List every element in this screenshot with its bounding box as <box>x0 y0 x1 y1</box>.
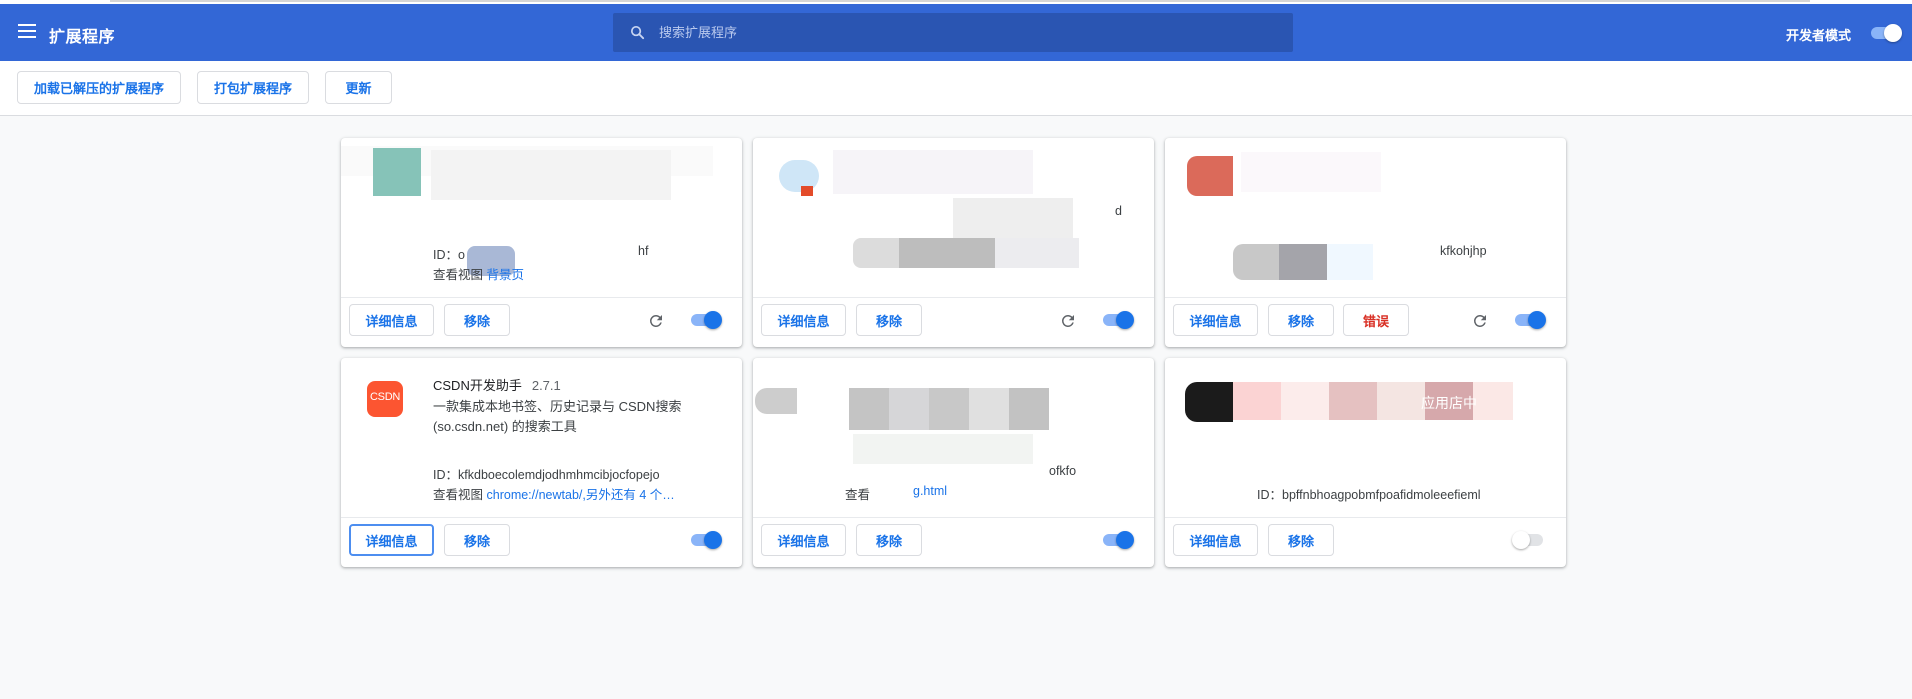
pack-extension-button[interactable]: 打包扩展程序 <box>197 71 309 104</box>
enable-toggle[interactable] <box>1100 310 1134 330</box>
redacted-id <box>1279 244 1327 280</box>
extension-description: 一款集成本地书签、历史记录与 CSDN搜索(so.csdn.net) 的搜索工具 <box>433 399 682 434</box>
redacted-icon <box>1187 156 1233 196</box>
enable-toggle[interactable] <box>688 530 722 550</box>
inspect-view-link[interactable]: chrome://newtab/,另外还有 4 个… <box>487 488 675 502</box>
redacted-icon-badge <box>801 186 813 196</box>
details-button[interactable]: 详细信息 <box>761 304 846 336</box>
extension-id-suffix: hf <box>638 244 649 258</box>
extension-card: CSDN CSDN开发助手 2.7.1 一款集成本地书签、历史记录与 CSDN搜索… <box>341 358 742 567</box>
search-icon <box>630 25 645 40</box>
inspect-views: 查看 <box>845 488 871 502</box>
redacted-desc <box>853 434 1033 464</box>
redacted-name <box>431 150 671 200</box>
card-divider <box>341 517 742 518</box>
inspect-view-link[interactable]: g.html <box>913 484 947 498</box>
dev-toolbar: 加载已解压的扩展程序 打包扩展程序 更新 <box>0 61 1912 116</box>
extension-card: ID：o hf 查看视图 背景页 详细信息 移除 <box>341 138 742 347</box>
extension-id-suffix: d <box>1115 204 1122 218</box>
redacted-name <box>1281 382 1329 420</box>
card-divider <box>753 297 1154 298</box>
redacted-name <box>1241 152 1381 192</box>
inspect-views: 查看视图 背景页 <box>433 268 525 282</box>
card-divider <box>1165 517 1566 518</box>
redacted-icon <box>779 160 819 192</box>
developer-mode-toggle[interactable] <box>1868 23 1902 43</box>
redacted-name <box>889 388 929 430</box>
load-unpacked-button[interactable]: 加载已解压的扩展程序 <box>17 71 181 104</box>
enable-toggle[interactable] <box>1100 530 1134 550</box>
redacted-icon <box>1185 382 1233 422</box>
enable-toggle[interactable] <box>1512 530 1546 550</box>
extension-card: d 详细信息 移除 <box>753 138 1154 347</box>
search-input[interactable] <box>659 13 1279 52</box>
redacted-id <box>899 238 995 268</box>
redacted-name <box>1009 388 1049 430</box>
csdn-logo-icon: CSDN <box>367 381 403 417</box>
redacted-icon <box>373 148 421 196</box>
extension-card: kfkohjhp 详细信息 移除 错误 <box>1165 138 1566 347</box>
extension-id: ID：kfkdboecolemdjodhmhmcibjocfopejo <box>433 468 660 482</box>
redacted-name <box>833 150 1033 194</box>
page-title: 扩展程序 <box>49 29 116 46</box>
details-button[interactable]: 详细信息 <box>349 524 434 556</box>
remove-button[interactable]: 移除 <box>444 524 510 556</box>
card-divider <box>1165 297 1566 298</box>
hamburger-menu-icon[interactable] <box>18 24 36 38</box>
details-button[interactable]: 详细信息 <box>1173 304 1258 336</box>
redacted-id <box>853 238 901 268</box>
extension-id-suffix: kfkohjhp <box>1440 244 1487 258</box>
extension-description: 应用店中 <box>1421 395 1477 411</box>
details-button[interactable]: 详细信息 <box>349 304 434 336</box>
errors-button[interactable]: 错误 <box>1343 304 1409 336</box>
inspect-views: 查看视图 chrome://newtab/,另外还有 4 个… <box>433 488 675 502</box>
reload-icon[interactable] <box>1059 312 1077 330</box>
reload-icon[interactable] <box>1471 312 1489 330</box>
reload-icon[interactable] <box>647 312 665 330</box>
card-divider <box>753 517 1154 518</box>
redacted-id <box>1327 244 1373 280</box>
redacted-icon <box>755 388 797 414</box>
redacted-desc <box>953 198 1073 238</box>
developer-mode-label: 开发者模式 <box>1786 28 1852 43</box>
header-bar: 扩展程序 开发者模式 <box>0 4 1912 61</box>
redacted-name <box>1233 382 1281 420</box>
update-button[interactable]: 更新 <box>325 71 392 104</box>
extension-card: 应用店中 ID：bpffnbhoagpobmfpoafidmoleeefieml… <box>1165 358 1566 567</box>
extension-id: ID：o <box>433 248 465 262</box>
remove-button[interactable]: 移除 <box>856 524 922 556</box>
search-box[interactable] <box>613 13 1293 52</box>
extension-version: 2.7.1 <box>531 378 561 393</box>
inspect-view-link[interactable]: 背景页 <box>487 268 525 282</box>
window-top-strip-line <box>110 0 1810 2</box>
details-button[interactable]: 详细信息 <box>761 524 846 556</box>
redacted-name <box>1329 382 1377 420</box>
redacted-name <box>1377 382 1425 420</box>
redacted-name <box>929 388 969 430</box>
redacted-name <box>849 388 889 430</box>
redacted-id <box>995 238 1079 268</box>
remove-button[interactable]: 移除 <box>1268 304 1334 336</box>
extension-name: CSDN开发助手 2.7.1 <box>433 378 561 393</box>
extension-id: ID：bpffnbhoagpobmfpoafidmoleeefieml <box>1257 488 1481 502</box>
extension-card: ofkfo 查看 g.html 详细信息 移除 <box>753 358 1154 567</box>
enable-toggle[interactable] <box>688 310 722 330</box>
card-divider <box>341 297 742 298</box>
remove-button[interactable]: 移除 <box>1268 524 1334 556</box>
redacted-id <box>1233 244 1281 280</box>
enable-toggle[interactable] <box>1512 310 1546 330</box>
redacted-name <box>1473 382 1513 420</box>
remove-button[interactable]: 移除 <box>444 304 510 336</box>
details-button[interactable]: 详细信息 <box>1173 524 1258 556</box>
extension-id-suffix: ofkfo <box>1049 464 1077 478</box>
remove-button[interactable]: 移除 <box>856 304 922 336</box>
redacted-name <box>969 388 1009 430</box>
